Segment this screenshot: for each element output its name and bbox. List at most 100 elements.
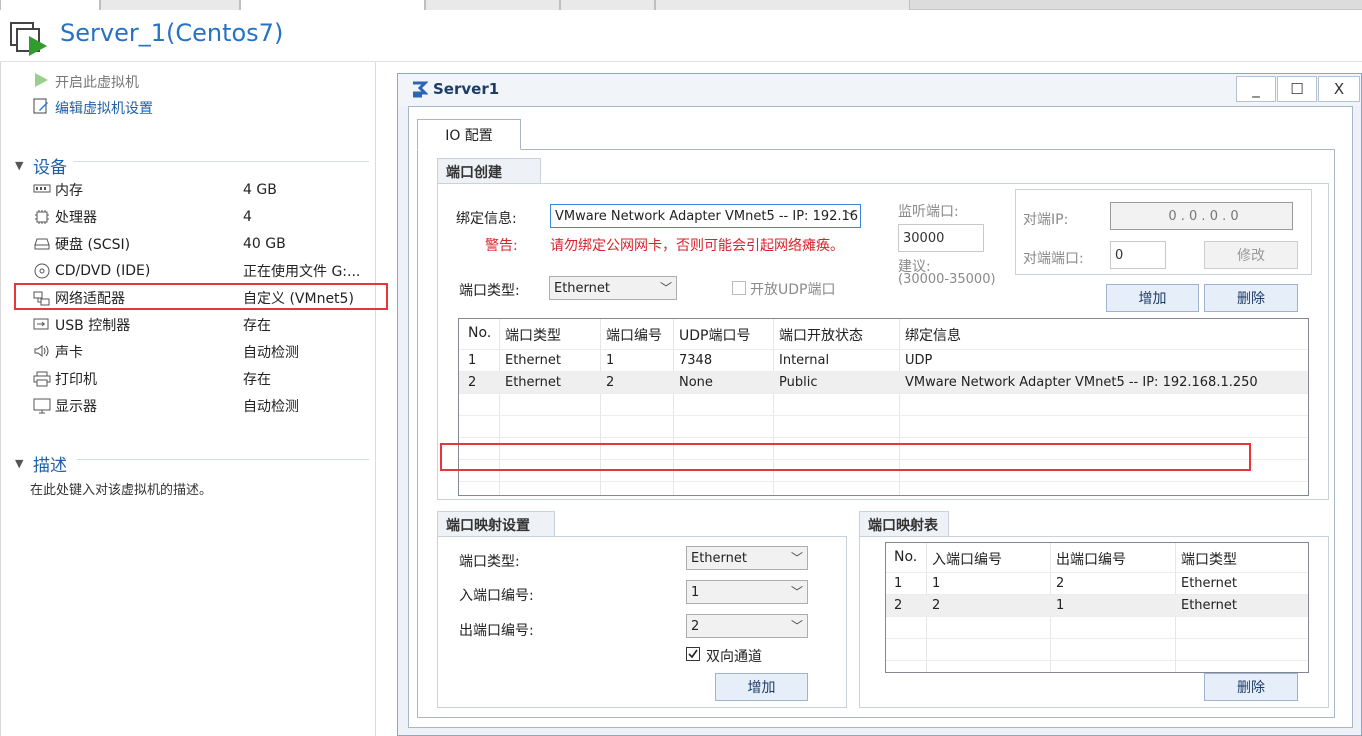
device-name: USB 控制器 xyxy=(55,318,131,334)
edit-settings-label: 编辑虚拟机设置 xyxy=(55,101,153,117)
document-tab[interactable] xyxy=(0,0,100,10)
column-header[interactable]: No. xyxy=(894,549,917,565)
devices-section-header[interactable]: ▼ 设备 xyxy=(15,153,67,178)
column-header[interactable]: 出端口编号 xyxy=(1056,549,1126,569)
port-type-label: 端口类型: xyxy=(459,283,520,299)
device-row[interactable]: 打印机 存在 xyxy=(33,367,373,391)
delete-mapping-button[interactable]: 删除 xyxy=(1204,673,1298,701)
table-cell: Internal xyxy=(779,353,830,368)
section-divider xyxy=(77,459,369,460)
device-value: 40 GB xyxy=(243,236,286,252)
minimize-button[interactable]: _ xyxy=(1236,76,1276,102)
table-cell: 1 xyxy=(1056,598,1065,613)
hdd-icon xyxy=(33,236,53,252)
document-tab-strip xyxy=(0,0,1362,10)
grid-row-divider xyxy=(886,638,1308,639)
grid-row-divider xyxy=(886,594,1308,595)
row2-highlight xyxy=(440,443,1251,471)
description-text[interactable]: 在此处键入对该虚拟机的描述。 xyxy=(30,479,212,498)
maximize-button[interactable]: ☐ xyxy=(1277,76,1317,102)
document-tab[interactable] xyxy=(560,0,655,10)
printer-icon xyxy=(33,371,53,387)
description-section-header[interactable]: ▼ 描述 xyxy=(15,451,67,476)
document-tab[interactable] xyxy=(425,0,560,10)
table-row[interactable]: 1 Ethernet 1 7348 Internal UDP xyxy=(459,350,1308,372)
device-row[interactable]: 内存 4 GB xyxy=(33,178,373,202)
device-row[interactable]: CD/DVD (IDE) 正在使用文件 G:... xyxy=(33,259,373,283)
device-row[interactable]: 硬盘 (SCSI) 40 GB xyxy=(33,232,373,256)
column-header[interactable]: 端口编号 xyxy=(606,325,662,345)
column-header[interactable]: 绑定信息 xyxy=(905,325,961,345)
usb-icon xyxy=(33,317,53,333)
remote-ip-input[interactable]: 0 . 0 . 0 . 0 xyxy=(1110,202,1293,230)
close-button[interactable]: X xyxy=(1318,76,1360,102)
out-port-select[interactable]: 2 ﹀ xyxy=(686,614,808,638)
column-header[interactable]: UDP端口号 xyxy=(679,325,750,345)
device-row[interactable]: 声卡 自动检测 xyxy=(33,340,373,364)
in-port-value: 1 xyxy=(691,584,700,600)
vm-summary-panel: 开启此虚拟机 编辑虚拟机设置 ▼ 设备 内存 4 GB 处理器 4 硬盘 (SCSI) 4… xyxy=(0,62,388,736)
device-value: 存在 xyxy=(243,372,271,388)
device-row[interactable]: 处理器 4 xyxy=(33,205,373,229)
column-header[interactable]: 入端口编号 xyxy=(932,549,1002,569)
network-adapter-highlight xyxy=(14,283,388,310)
device-row[interactable]: 显示器 自动检测 xyxy=(33,394,373,418)
device-value: 存在 xyxy=(243,318,271,334)
document-tab[interactable] xyxy=(240,0,425,10)
bidirectional-checkbox[interactable] xyxy=(686,647,700,661)
dialog-titlebar[interactable]: Server1 _ ☐ X xyxy=(398,74,1361,106)
table-row[interactable]: 1 1 2 Ethernet xyxy=(886,573,1308,595)
out-port-value: 2 xyxy=(691,618,700,634)
power-on-command[interactable]: 开启此虚拟机 xyxy=(33,72,139,92)
device-name: 硬盘 (SCSI) xyxy=(55,237,131,253)
cpu-icon xyxy=(33,209,53,225)
add-port-button[interactable]: 增加 xyxy=(1106,284,1199,312)
device-value: 正在使用文件 G:... xyxy=(243,264,361,280)
table-row[interactable]: 2 Ethernet 2 None Public VMware Network Adapt… xyxy=(459,372,1308,394)
column-header[interactable]: No. xyxy=(468,325,491,341)
modify-button[interactable]: 修改 xyxy=(1204,241,1298,269)
table-cell: 1 xyxy=(606,353,615,368)
bind-info-select[interactable]: VMware Network Adapter VMnet5 -- IP: 192… xyxy=(550,204,861,228)
listen-port-input[interactable]: 30000 xyxy=(898,224,984,252)
chevron-down-icon: ﹀ xyxy=(790,585,803,599)
table-row[interactable]: 2 2 1 Ethernet xyxy=(886,595,1308,617)
collapse-triangle-icon: ▼ xyxy=(15,457,24,470)
document-tab[interactable] xyxy=(100,0,240,10)
warning-label: 警告: xyxy=(485,238,518,254)
column-header[interactable]: 端口类型 xyxy=(1181,549,1237,569)
column-header[interactable]: 端口开放状态 xyxy=(779,325,863,345)
vm-title: Server_1(Centos7) xyxy=(60,19,284,47)
port-type-select[interactable]: Ethernet ﹀ xyxy=(549,276,677,300)
mapping-port-type-select[interactable]: Ethernet ﹀ xyxy=(686,546,808,570)
app-logo-icon xyxy=(410,81,429,105)
delete-port-button[interactable]: 删除 xyxy=(1204,284,1298,312)
column-header[interactable]: 端口类型 xyxy=(505,325,561,345)
monitor-icon xyxy=(33,398,53,414)
play-icon xyxy=(33,72,49,92)
device-name: 打印机 xyxy=(55,372,97,388)
table-cell: 2 xyxy=(468,375,477,390)
device-value: 4 xyxy=(243,209,252,225)
tab-io-config[interactable]: IO 配置 xyxy=(417,119,521,150)
device-value: 自动检测 xyxy=(243,399,299,415)
chevron-down-icon: ﹀ xyxy=(843,209,856,223)
remote-port-input[interactable]: 0 xyxy=(1110,241,1166,269)
in-port-select[interactable]: 1 ﹀ xyxy=(686,580,808,604)
open-udp-checkbox[interactable] xyxy=(732,281,746,295)
document-tab[interactable] xyxy=(655,0,910,10)
port-mapping-settings-title: 端口映射设置 xyxy=(437,511,555,537)
device-row[interactable]: USB 控制器 存在 xyxy=(33,313,373,337)
remote-port-label: 对端端口: xyxy=(1023,251,1084,267)
add-mapping-button[interactable]: 增加 xyxy=(715,673,808,701)
power-on-label: 开启此虚拟机 xyxy=(55,75,139,91)
edit-settings-command[interactable]: 编辑虚拟机设置 xyxy=(33,98,153,118)
port-mapping-table-title: 端口映射表 xyxy=(859,511,949,537)
chevron-down-icon: ﹀ xyxy=(790,551,803,565)
table-cell: VMware Network Adapter VMnet5 -- IP: 192… xyxy=(905,375,1258,390)
port-mapping-table: No. 入端口编号 出端口编号 端口类型 1 1 2 Ethernet 2 2 1 Ethernet xyxy=(885,542,1309,673)
vm-icon xyxy=(10,22,50,60)
listen-port-label: 监听端口: xyxy=(898,204,959,220)
chevron-down-icon: ﹀ xyxy=(790,619,803,633)
remote-ip-label: 对端IP: xyxy=(1023,212,1069,228)
